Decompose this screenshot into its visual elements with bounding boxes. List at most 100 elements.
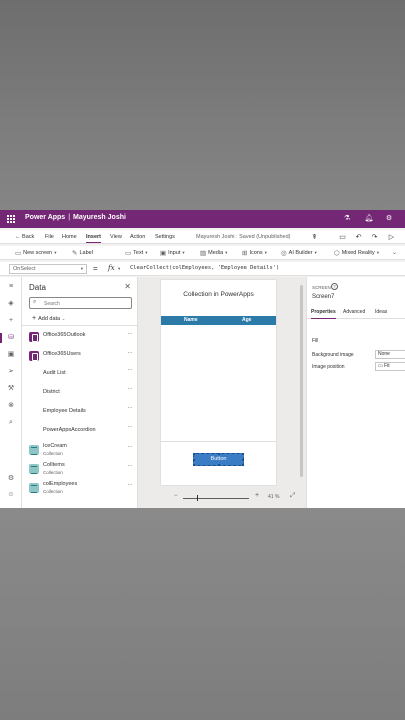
power-automate-icon[interactable]: ➢ (6, 367, 16, 377)
more-options-icon[interactable]: ··· (128, 482, 133, 488)
mixed-reality-button[interactable]: ⬡ Mixed Reality ▾ (334, 249, 379, 257)
data-search-input[interactable] (44, 300, 129, 307)
comments-icon[interactable]: ▭ (338, 233, 347, 241)
menu-action[interactable]: Action (130, 234, 145, 240)
label-button[interactable]: ✎ Label (72, 249, 93, 257)
input-button[interactable]: ▣ Input ▾ (160, 249, 185, 257)
input-icon: ▣ (160, 250, 167, 257)
advanced-tools-icon[interactable]: ⚒ (6, 384, 16, 394)
data-panel-title: Data (29, 283, 46, 292)
fill-property-label: Fill (312, 338, 319, 344)
more-options-icon[interactable]: ··· (128, 444, 133, 450)
app-name: Power Apps (25, 214, 66, 221)
tab-ideas[interactable]: Ideas (375, 309, 387, 315)
data-source-item[interactable]: Audit List ··· (22, 364, 138, 382)
background-image-label: Background image (312, 352, 354, 358)
chevron-down-icon[interactable]: ▾ (118, 266, 120, 272)
button-control[interactable]: Button (193, 453, 244, 466)
close-icon[interactable]: ✕ (124, 282, 131, 291)
resize-handle[interactable] (242, 464, 244, 466)
resize-handle[interactable] (242, 453, 244, 455)
collection-item[interactable]: ColItems Collection ··· (22, 460, 138, 478)
redo-icon[interactable]: ↷ (370, 233, 379, 241)
data-source-item[interactable]: District ··· (22, 383, 138, 401)
menu-view[interactable]: View (110, 234, 122, 240)
resize-handle[interactable] (218, 453, 220, 455)
fx-icon[interactable]: fx (108, 264, 115, 272)
tab-advanced[interactable]: Advanced (343, 309, 365, 315)
app-screen[interactable]: Collection in PowerApps Name Age Button (161, 280, 276, 485)
menu-settings[interactable]: Settings (155, 234, 175, 240)
screen-title-label[interactable]: Collection in PowerApps (161, 291, 276, 298)
media-button[interactable]: ▨ Media ▾ (200, 249, 227, 257)
more-options-icon[interactable]: ··· (128, 386, 133, 392)
app-checker-icon[interactable]: ☤ (310, 233, 319, 241)
data-source-item[interactable]: Office365Outlook ··· (22, 328, 138, 346)
data-search-box[interactable]: ⌕ (29, 297, 132, 309)
app-launcher-icon[interactable] (7, 215, 15, 223)
gallery-header[interactable]: Name Age (161, 316, 276, 325)
canvas-area: Collection in PowerApps Name Age Button … (138, 277, 306, 508)
insert-icon[interactable]: + (6, 316, 16, 326)
help-icon[interactable]: ? (331, 283, 338, 290)
virtual-agent-icon[interactable]: ☺ (6, 490, 16, 500)
gallery-separator (161, 441, 276, 442)
image-position-dropdown[interactable]: ▭ Fit (375, 362, 405, 371)
menu-insert[interactable]: Insert (86, 234, 101, 243)
properties-tabs: Properties Advanced Ideas (307, 307, 405, 319)
more-options-icon[interactable]: ··· (128, 463, 133, 469)
data-panel: Data ✕ ⌕ +Add data ⌄ Office365Outlook ··… (22, 277, 138, 508)
tree-view-icon[interactable]: ◈ (6, 299, 16, 309)
undo-icon[interactable]: ↶ (354, 233, 363, 241)
menu-home[interactable]: Home (62, 234, 77, 240)
media-rail-icon[interactable]: ▣ (6, 350, 16, 360)
collection-item[interactable]: IceCream Collection ··· (22, 441, 138, 459)
environment-icon[interactable]: ⚗ (342, 214, 352, 224)
selected-screen-name[interactable]: Screen7 (312, 294, 334, 300)
data-source-item[interactable]: PowerAppsAccordion ··· (22, 421, 138, 439)
background-image-dropdown[interactable]: None (375, 350, 405, 359)
zoom-in-icon[interactable]: + (255, 492, 259, 499)
ai-builder-button[interactable]: ◎ AI Builder ▾ (281, 249, 317, 257)
resize-handle[interactable] (193, 459, 195, 461)
play-icon[interactable]: ▷ (387, 233, 396, 241)
zoom-out-icon[interactable]: − (174, 493, 178, 499)
data-source-item[interactable]: Employee Details ··· (22, 402, 138, 420)
menu-icon[interactable]: ≡ (6, 282, 16, 292)
data-source-item[interactable]: Office365Users ··· (22, 347, 138, 365)
resize-handle[interactable] (193, 464, 195, 466)
notifications-icon[interactable]: 🔔︎ (364, 214, 374, 224)
more-toolbar-button[interactable]: ⌄ (392, 249, 397, 256)
search-rail-icon[interactable]: ⌕ (6, 418, 16, 428)
zoom-slider-thumb[interactable] (197, 495, 198, 501)
settings-icon[interactable]: ⚙ (384, 214, 394, 224)
zoom-slider[interactable] (183, 498, 249, 499)
resize-handle[interactable] (193, 453, 195, 455)
tab-properties[interactable]: Properties (311, 309, 336, 319)
ai-builder-icon: ◎ (281, 250, 287, 257)
new-screen-button[interactable]: ▭ New screen ▾ (15, 249, 56, 257)
more-options-icon[interactable]: ··· (128, 350, 133, 356)
power-apps-studio: Power Apps | Mayuresh Joshi ⚗ 🔔︎ ⚙ ← Back … (0, 210, 405, 508)
resize-handle[interactable] (218, 464, 220, 466)
chevron-down-icon: ⌄ (61, 316, 66, 321)
add-data-button[interactable]: + Add data ⌄ (32, 315, 65, 322)
collection-item[interactable]: colEmployees Collection ··· (22, 479, 138, 497)
more-options-icon[interactable]: ··· (128, 424, 133, 430)
resize-handle[interactable] (242, 459, 244, 461)
more-options-icon[interactable]: ··· (128, 367, 133, 373)
icons-button[interactable]: ⊞ Icons ▾ (242, 249, 267, 257)
property-dropdown[interactable]: OnSelect ▾ (9, 264, 87, 274)
more-options-icon[interactable]: ··· (128, 331, 133, 337)
menu-file[interactable]: File (45, 234, 54, 240)
canvas-scrollbar[interactable] (300, 285, 303, 477)
back-button[interactable]: ← Back (15, 234, 34, 240)
data-icon[interactable]: ⛁ (0, 333, 16, 343)
more-options-icon[interactable]: ··· (128, 405, 133, 411)
settings-rail-icon[interactable]: ⚙ (6, 474, 16, 484)
formula-input[interactable]: ClearCollect(colEmployees, 'Employee Det… (130, 265, 279, 271)
fit-to-window-icon[interactable]: ⤢ (290, 492, 295, 500)
text-button[interactable]: ▭ Text ▾ (125, 249, 148, 257)
chevron-down-icon: ▾ (314, 250, 317, 255)
variables-icon[interactable]: ⊗ (6, 401, 16, 411)
